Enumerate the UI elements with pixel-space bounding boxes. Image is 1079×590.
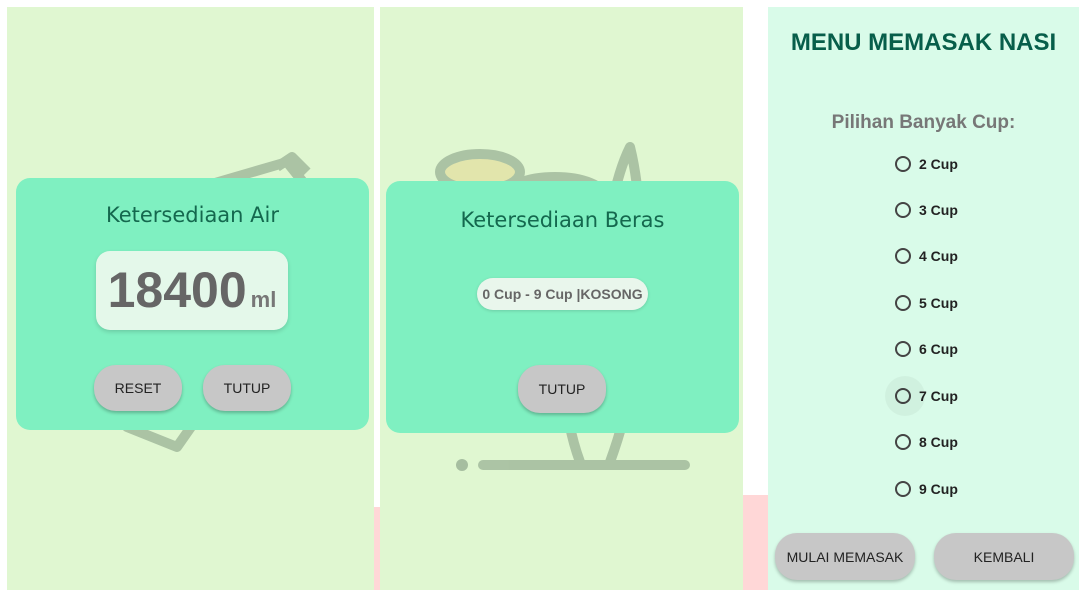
cup-option-label: 2 Cup <box>919 156 958 172</box>
background-strip <box>743 495 770 590</box>
water-value: 18400 <box>107 262 247 318</box>
water-availability-dialog: Ketersediaan Air 18400 ml RESET TUTUP <box>16 178 369 430</box>
rice-availability-dialog: Ketersediaan Beras 0 Cup - 9 Cup |KOSONG… <box>386 181 739 433</box>
cup-option-label: 4 Cup <box>919 248 958 264</box>
water-unit: ml <box>250 287 277 312</box>
cup-option-5[interactable]: 5 Cup <box>895 291 958 315</box>
start-cooking-button[interactable]: MULAI MEMASAK <box>775 533 915 580</box>
cup-option-7[interactable]: 7 Cup <box>885 376 958 416</box>
back-button[interactable]: KEMBALI <box>934 533 1074 580</box>
page-title: MENU MEMASAK NASI <box>790 29 1057 56</box>
cup-option-label: 3 Cup <box>919 202 958 218</box>
cup-option-8[interactable]: 8 Cup <box>895 430 958 454</box>
cup-option-9[interactable]: 9 Cup <box>895 477 958 501</box>
water-panel: Ketersediaan Air 18400 ml RESET TUTUP <box>7 7 374 590</box>
cup-option-label: 5 Cup <box>919 295 958 311</box>
radio-button-icon[interactable] <box>895 295 911 311</box>
radio-button-icon[interactable] <box>895 341 911 357</box>
cooking-menu-panel: MENU MEMASAK NASI Pilihan Banyak Cup: 2 … <box>768 7 1079 590</box>
close-water-button[interactable]: TUTUP <box>203 365 291 411</box>
rice-panel: Ketersediaan Beras 0 Cup - 9 Cup |KOSONG… <box>380 7 743 590</box>
radio-button-icon[interactable] <box>895 202 911 218</box>
rice-status-badge: 0 Cup - 9 Cup |KOSONG <box>477 278 648 310</box>
cup-option-label: 9 Cup <box>919 481 958 497</box>
rice-dialog-title: Ketersediaan Beras <box>460 208 665 232</box>
cup-option-3[interactable]: 3 Cup <box>895 198 958 222</box>
radio-button-icon[interactable] <box>895 481 911 497</box>
close-rice-button[interactable]: TUTUP <box>518 365 606 413</box>
reset-button[interactable]: RESET <box>94 365 182 411</box>
cup-options-label: Pilihan Banyak Cup: <box>831 112 1016 133</box>
cup-option-4[interactable]: 4 Cup <box>895 244 958 268</box>
radio-focus-halo <box>885 376 925 416</box>
radio-button-icon[interactable] <box>895 156 911 172</box>
radio-button-icon[interactable] <box>895 434 911 450</box>
cup-option-2[interactable]: 2 Cup <box>895 152 958 176</box>
cup-option-label: 8 Cup <box>919 434 958 450</box>
radio-button-icon[interactable] <box>895 248 911 264</box>
cup-option-6[interactable]: 6 Cup <box>895 337 958 361</box>
cup-option-label: 6 Cup <box>919 341 958 357</box>
water-value-box: 18400 ml <box>96 251 288 330</box>
water-dialog-title: Ketersediaan Air <box>105 203 279 227</box>
